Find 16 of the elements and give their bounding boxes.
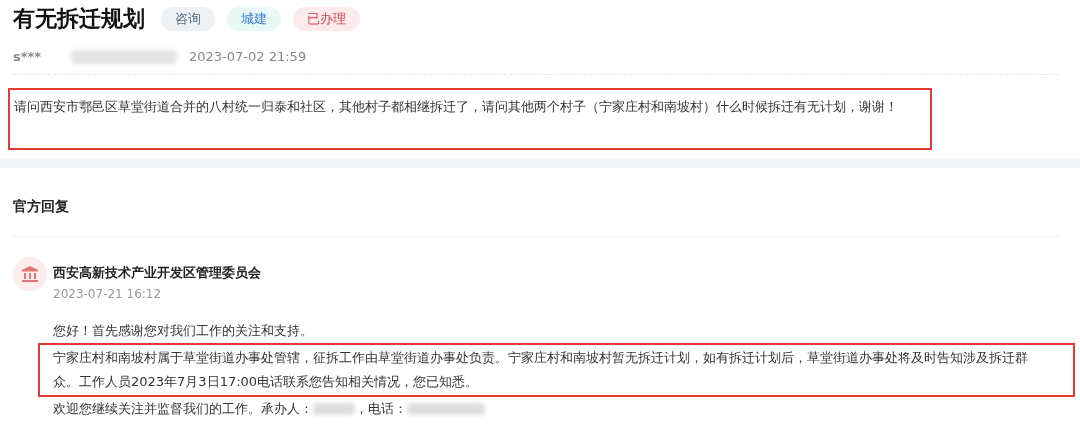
tag: 城建 [227, 7, 281, 31]
reply-organization: 西安高新技术产业开发区管理委员会 [53, 264, 261, 282]
blurred-name [313, 402, 355, 415]
question-time: 2023-07-02 21:59 [189, 48, 307, 67]
question-text: 请问西安市鄠邑区草堂街道合并的八村统一归泰和社区，其他村子都相继拆迁了，请问其他两个村子（宁家庄村和南坡村）什么时候拆迁有无计划，谢谢！ [8, 88, 932, 150]
reply-time: 2023-07-21 16:12 [53, 285, 163, 303]
building-icon [13, 257, 47, 291]
tag: 咨询 [161, 7, 215, 31]
phone-label: ，电话： [355, 399, 407, 418]
author-name: s*** [13, 48, 43, 67]
reply-paragraph: 您好！首先感谢您对我们工作的关注和支持。 [52, 321, 314, 340]
reply-paragraph: 宁家庄村和南坡村属于草堂街道办事处管辖，征拆工作由草堂街道办事处负责。宁家庄村和南坡村暂无拆迁计划，如有拆迁计划后，草堂街道办事处将及时告知涉及拆迁群众。工作人员2023年7月3日17:00电话联系您告知相关情况，您已知悉。 [38, 342, 1075, 397]
question-title: 有无拆迁规划 [13, 8, 145, 30]
section-heading: 官方回复 [13, 197, 70, 216]
tag: 已办理 [293, 7, 360, 31]
closing-text: 欢迎您继续关注并监督我们的工作。承办人： [53, 399, 313, 418]
